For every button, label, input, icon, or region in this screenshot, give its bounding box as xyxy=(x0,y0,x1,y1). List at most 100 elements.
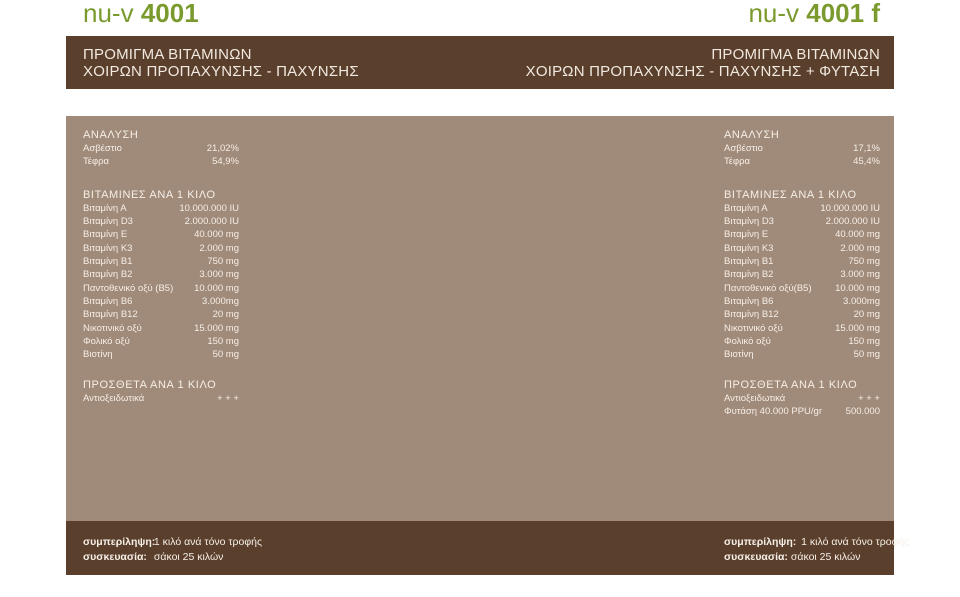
row-label: Ασβέστιο xyxy=(83,143,122,154)
dosage-label: συμπερίληψη: xyxy=(83,536,156,548)
spec-panel: ΑΝΑΛΥΣΗ Ασβέστιο 21,02% Τέφρα 54,9% ΒΙΤΑΜΙΝΕΣ… xyxy=(66,116,894,521)
packaging-value: σάκοι 25 κιλών xyxy=(790,551,861,563)
packaging-row: συσκευασία: σάκοι 25 κιλών xyxy=(724,550,909,565)
dosage-row: συμπερίληψη: 1 κιλό ανά τόνο τροφής xyxy=(83,535,262,550)
row-value: 500.000 xyxy=(845,406,880,418)
row-label: Τέφρα xyxy=(724,156,751,168)
header-line1: ΠΡΟΜΙΓΜΑ ΒΙΤΑΜΙΝΩΝ xyxy=(83,46,252,63)
vitamins-row: Βιταμίνη Β6 3.000mg xyxy=(724,295,880,308)
vitamins-section-title: ΒΙΤΑΜΙΝΕΣ ΑΝΑ 1 ΚΙΛΟ xyxy=(724,188,857,201)
row-value: 21,02% xyxy=(206,143,239,154)
vitamins-row: Νικοτινικό οξύ 15.000 mg xyxy=(83,322,239,335)
spec-column-right: ΑΝΑΛΥΣΗ Ασβέστιο 17,1% Τέφρα 45,4% ΒΙΤΑΜΙΝΕΣ … xyxy=(724,128,880,419)
vitamins-row: Παντοθενικό οξύ (Β5) 10.000 mg xyxy=(83,282,239,295)
additives-section-title: ΠΡΟΣΘΕΤΑ ΑΝΑ 1 ΚΙΛΟ xyxy=(724,378,858,391)
row-label: Αντιοξειδωτικά xyxy=(83,392,145,404)
row-value: 2.000.000 IU xyxy=(825,216,880,228)
row-label: Βιταμίνη Β1 xyxy=(83,256,133,268)
row-label: Βιοτίνη xyxy=(724,349,754,361)
row-label: Τέφρα xyxy=(83,156,110,168)
row-label: Βιταμίνη Κ3 xyxy=(83,242,133,254)
row-value: 3.000mg xyxy=(202,296,239,308)
row-label: Ασβέστιο xyxy=(724,143,763,154)
row-value: 45,4% xyxy=(853,156,880,168)
row-value: 750 mg xyxy=(207,256,239,268)
row-label: Βιταμίνη Ε xyxy=(83,229,128,241)
row-value: 50 mg xyxy=(853,349,880,361)
row-value: 20 mg xyxy=(853,309,880,321)
analysis-section-title: ΑΝΑΛΥΣΗ xyxy=(724,129,780,141)
header-right: ΠΡΟΜΙΓΜΑ ΒΙΤΑΜΙΝΩΝ ΧΟΙΡΩΝ ΠΡΟΠΑΧΥΝΣΗΣ - … xyxy=(526,46,880,80)
row-label: Βιταμίνη D3 xyxy=(83,216,133,228)
product-code: 4001 xyxy=(140,0,199,28)
row-label: Βιταμίνη Κ3 xyxy=(724,242,774,254)
vitamins-row: Βιταμίνη Β1 750 mg xyxy=(724,255,880,268)
row-value: 3.000mg xyxy=(843,296,880,308)
row-value: 15.000 mg xyxy=(194,322,239,334)
product-title-right: nu-v 4001 f xyxy=(748,0,880,30)
vitamins-row: Φολικό οξύ 150 mg xyxy=(724,335,880,348)
row-value: 2.000.000 IU xyxy=(184,216,239,228)
vitamins-row: Βιταμίνη Κ3 2.000 mg xyxy=(724,242,880,255)
row-label: Αντιοξειδωτικά xyxy=(724,392,786,404)
row-label: Βιοτίνη xyxy=(83,349,113,361)
row-value: 3.000 mg xyxy=(840,269,880,281)
vitamins-row: Βιταμίνη Ε 40.000 mg xyxy=(724,228,880,241)
vitamins-row: Βιταμίνη Β1 750 mg xyxy=(83,255,239,268)
row-value: + + + xyxy=(217,392,239,404)
analysis-row: Ασβέστιο 21,02% xyxy=(83,142,239,155)
row-label: Παντοθενικό οξύ (Β5) xyxy=(83,282,174,294)
product-title-left: nu-v 4001 xyxy=(83,0,199,30)
row-value: 10.000.000 IU xyxy=(179,202,239,214)
footer-band: συμπερίληψη: 1 κιλό ανά τόνο τροφής συσκ… xyxy=(66,521,909,575)
vitamins-row: Βιταμίνη Β12 20 mg xyxy=(724,308,880,321)
header-line1: ΠΡΟΜΙΓΜΑ ΒΙΤΑΜΙΝΩΝ xyxy=(711,46,880,63)
row-label: Φυτάση 40.000 PPU/gr xyxy=(724,406,822,418)
vitamins-row: Βιταμίνη Κ3 2.000 mg xyxy=(83,242,239,255)
row-value: 2.000 mg xyxy=(840,242,880,254)
footer-left: συμπερίληψη: 1 κιλό ανά τόνο τροφής συσκ… xyxy=(83,535,262,565)
vitamins-row: Βιταμίνη Α 10.000.000 IU xyxy=(83,202,239,215)
dosage-value: 1 κιλό ανά τόνο τροφής xyxy=(153,536,263,548)
packaging-label: συσκευασία: xyxy=(724,551,788,563)
analysis-row: Τέφρα 54,9% xyxy=(83,155,239,168)
vitamins-row: Βιοτίνη 50 mg xyxy=(83,348,239,361)
vitamins-section-title: ΒΙΤΑΜΙΝΕΣ ΑΝΑ 1 ΚΙΛΟ xyxy=(83,188,216,201)
product-code: 4001 f xyxy=(806,0,880,28)
packaging-value: σάκοι 25 κιλών xyxy=(153,551,224,563)
analysis-row: Ασβέστιο 17,1% xyxy=(724,142,880,155)
row-value: 50 mg xyxy=(212,349,239,361)
footer-right: συμπερίληψη: 1 κιλό ανά τόνο τροφής συσκ… xyxy=(724,535,909,565)
analysis-section-title: ΑΝΑΛΥΣΗ xyxy=(83,129,139,141)
row-label: Φολικό οξύ xyxy=(83,336,130,348)
row-value: 2.000 mg xyxy=(199,242,239,254)
row-label: Βιταμίνη Β1 xyxy=(724,256,774,268)
analysis-row: Τέφρα 45,4% xyxy=(724,155,880,168)
product-name-prefix: nu-v xyxy=(83,0,134,28)
product-name-prefix: nu-v xyxy=(748,0,800,28)
vitamins-row: Βιταμίνη Β6 3.000mg xyxy=(83,295,239,308)
vitamins-row: Βιταμίνη Β2 3.000 mg xyxy=(83,268,239,281)
row-label: Φολικό οξύ xyxy=(724,336,771,348)
row-value: 10.000 mg xyxy=(835,282,880,294)
packaging-row: συσκευασία: σάκοι 25 κιλών xyxy=(83,550,262,565)
dosage-value: 1 κιλό ανά τόνο τροφής xyxy=(801,536,910,548)
row-value: 54,9% xyxy=(212,156,239,168)
header-band: ΠΡΟΜΙΓΜΑ ΒΙΤΑΜΙΝΩΝ ΧΟΙΡΩΝ ΠΡΟΠΑΧΥΝΣΗΣ - … xyxy=(66,36,894,89)
row-label: Βιταμίνη Α xyxy=(724,202,768,214)
vitamins-row: Φολικό οξύ 150 mg xyxy=(83,335,239,348)
row-label: Βιταμίνη Β2 xyxy=(83,269,133,281)
row-value: 750 mg xyxy=(848,256,880,268)
vitamins-row: Βιταμίνη D3 2.000.000 IU xyxy=(724,215,880,228)
row-value: + + + xyxy=(858,392,880,404)
header-line2: ΧΟΙΡΩΝ ΠΡΟΠΑΧΥΝΣΗΣ - ΠΑΧΥΝΣΗΣ xyxy=(83,63,359,80)
additives-row: Αντιοξειδωτικά + + + xyxy=(83,392,239,405)
dosage-label: συμπερίληψη: xyxy=(724,536,797,548)
packaging-label: συσκευασία: xyxy=(83,551,147,563)
row-label: Βιταμίνη Α xyxy=(83,202,127,214)
dosage-row: συμπερίληψη: 1 κιλό ανά τόνο τροφής xyxy=(724,535,909,550)
row-label: Βιταμίνη Β6 xyxy=(83,296,133,308)
